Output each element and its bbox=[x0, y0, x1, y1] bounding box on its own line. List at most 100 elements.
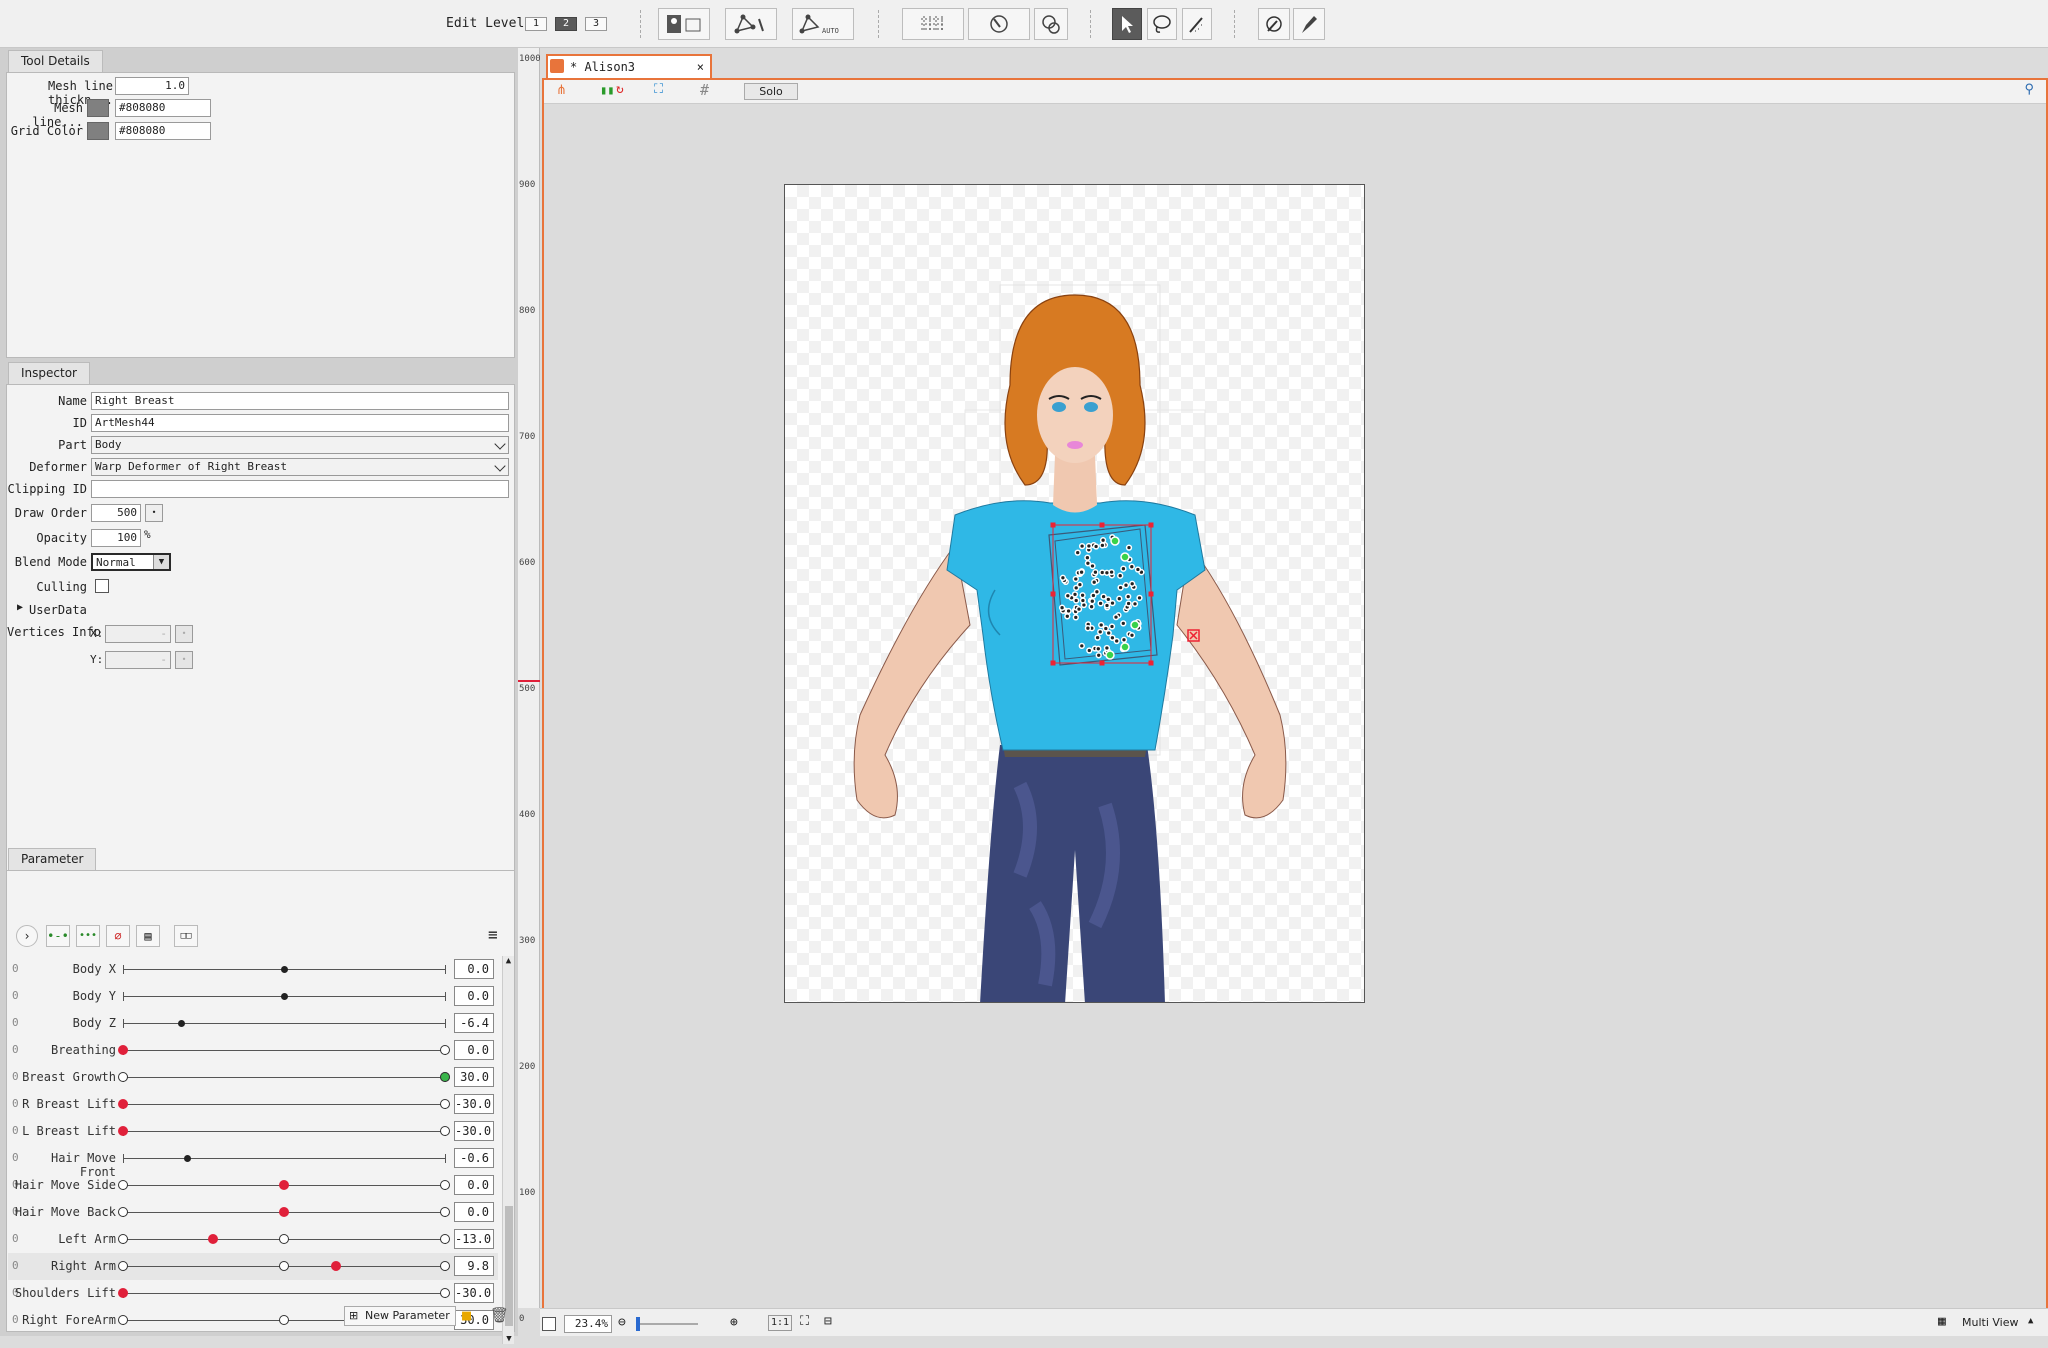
parameter-row[interactable]: 0 Hair Move Back 0.0 bbox=[8, 1199, 498, 1226]
bounds-handle[interactable] bbox=[1148, 591, 1154, 597]
param-play-button[interactable]: › bbox=[16, 925, 38, 947]
zoom-slider-handle[interactable] bbox=[636, 1317, 640, 1331]
mesh-vertex[interactable] bbox=[1108, 568, 1115, 576]
mesh-vertex[interactable] bbox=[1092, 543, 1100, 550]
keyform-marker[interactable] bbox=[118, 1234, 128, 1244]
mesh-vertex[interactable] bbox=[1131, 600, 1139, 608]
param-slider-handle[interactable] bbox=[118, 1045, 128, 1055]
param-slider[interactable] bbox=[118, 1072, 450, 1082]
zoom-out-icon[interactable]: ⊖ bbox=[618, 1315, 626, 1330]
glue-tool-button[interactable] bbox=[1034, 8, 1068, 40]
mesh-vertex[interactable] bbox=[1099, 537, 1107, 544]
mesh-vertex[interactable] bbox=[1102, 625, 1109, 632]
mesh-vertex[interactable] bbox=[1090, 592, 1097, 599]
selected-vertex[interactable] bbox=[1130, 620, 1140, 630]
keyform-marker[interactable] bbox=[440, 1288, 450, 1298]
close-icon[interactable]: × bbox=[697, 56, 704, 78]
selected-vertex[interactable] bbox=[1120, 642, 1130, 652]
keyform-marker[interactable] bbox=[118, 1072, 128, 1082]
param-slider[interactable] bbox=[123, 965, 446, 974]
mesh-vertex[interactable] bbox=[1103, 602, 1111, 609]
param-value-field[interactable]: -30.0 bbox=[454, 1283, 494, 1303]
mesh-vertex[interactable] bbox=[1128, 632, 1136, 639]
vertex-x-field[interactable]: - bbox=[105, 625, 171, 643]
param-slider-handle[interactable] bbox=[330, 1261, 341, 1271]
mesh-vertex[interactable] bbox=[1089, 598, 1096, 605]
mesh-vertex[interactable] bbox=[1084, 554, 1091, 561]
scroll-up-icon[interactable]: ▲ bbox=[503, 956, 514, 966]
reset-icon[interactable]: ↻ bbox=[616, 82, 624, 97]
parameter-row[interactable]: 0 Right Arm 9.8 bbox=[8, 1253, 498, 1280]
bounds-handle[interactable] bbox=[1050, 522, 1056, 528]
param-slider[interactable] bbox=[118, 1288, 450, 1298]
pin-icon[interactable]: ⚲ bbox=[2024, 82, 2034, 97]
visibility-icon[interactable]: ▮▮ bbox=[600, 83, 614, 97]
parameter-row[interactable]: 0 Hair Move Front -0.6 bbox=[8, 1145, 498, 1179]
param-value-field[interactable]: -6.4 bbox=[454, 1013, 494, 1033]
solo-button[interactable]: Solo bbox=[744, 83, 798, 100]
tab-parameter[interactable]: Parameter bbox=[8, 848, 97, 870]
edit-level-3[interactable]: 3 bbox=[585, 17, 607, 31]
parameter-row[interactable]: 0L Breast Lift -30.0 bbox=[8, 1118, 498, 1145]
mesh-vertex[interactable] bbox=[1136, 594, 1143, 602]
part-select[interactable]: Body bbox=[91, 436, 509, 454]
document-tab[interactable]: * Alison3 × bbox=[546, 54, 712, 78]
param-scrollbar[interactable]: ▲ ▼ bbox=[502, 956, 514, 1344]
fit-view-icon[interactable]: ⛶ bbox=[654, 82, 663, 97]
param-value-field[interactable]: 30.0 bbox=[454, 1310, 494, 1330]
mesh-vertex[interactable] bbox=[1084, 625, 1092, 632]
name-field[interactable]: Right Breast bbox=[91, 392, 509, 410]
grid-mesh-button[interactable] bbox=[902, 8, 964, 40]
mesh-vertex[interactable] bbox=[1095, 652, 1102, 659]
multi-view-icon[interactable]: ▦ bbox=[1938, 1314, 1946, 1329]
multi-view-label[interactable]: Multi View bbox=[1962, 1316, 2019, 1329]
mesh-vertex[interactable] bbox=[1073, 597, 1080, 604]
param-value-field[interactable]: -13.0 bbox=[454, 1229, 494, 1249]
param-slider[interactable] bbox=[123, 1019, 446, 1028]
deformer-view-icon[interactable]: ⋔ bbox=[556, 83, 567, 98]
brush-select-button[interactable] bbox=[1182, 8, 1212, 40]
param-slider-handle[interactable] bbox=[118, 1099, 128, 1109]
clipping-field[interactable] bbox=[91, 480, 509, 498]
mesh-vertex[interactable] bbox=[1058, 604, 1066, 611]
mesh-vertex[interactable] bbox=[1097, 628, 1104, 636]
keyform-marker[interactable] bbox=[118, 1207, 128, 1217]
keyform-marker[interactable] bbox=[440, 1207, 450, 1217]
param-value-field[interactable]: 0.0 bbox=[454, 1175, 494, 1195]
deformer-select[interactable]: Warp Deformer of Right Breast bbox=[91, 458, 509, 476]
mesh-thickness-field[interactable]: 1.0 bbox=[115, 77, 189, 95]
param-slider-handle[interactable] bbox=[177, 1020, 185, 1027]
tab-inspector[interactable]: Inspector bbox=[8, 362, 90, 384]
new-parameter-button[interactable]: ⊞ New Parameter bbox=[344, 1306, 456, 1326]
param-slider[interactable] bbox=[118, 1261, 450, 1271]
lasso-tool-button[interactable] bbox=[1147, 8, 1177, 40]
mesh-vertex[interactable] bbox=[1072, 575, 1079, 583]
mesh-vertex[interactable] bbox=[1128, 563, 1135, 570]
param-value-field[interactable]: 0.0 bbox=[454, 1202, 494, 1222]
mesh-vertex[interactable] bbox=[1078, 542, 1086, 550]
grid-toggle-icon[interactable]: # bbox=[700, 81, 709, 99]
edit-level-2[interactable]: 2 bbox=[555, 17, 577, 31]
parameter-row[interactable]: 0 Hair Move Side 0.0 bbox=[8, 1172, 498, 1199]
keyform-marker[interactable] bbox=[279, 1315, 289, 1325]
mesh-vertex[interactable] bbox=[1125, 600, 1132, 607]
blend-mode-select[interactable]: Normal ▼ bbox=[91, 553, 171, 571]
param-slider[interactable] bbox=[118, 1234, 450, 1244]
mesh-vertex[interactable] bbox=[1125, 544, 1133, 551]
parameter-row[interactable]: 0 Breast Growth 30.0 bbox=[8, 1064, 498, 1091]
mesh-vertex[interactable] bbox=[1097, 600, 1104, 607]
param-slider-handle[interactable] bbox=[440, 1072, 450, 1082]
mesh-vertex[interactable] bbox=[1100, 593, 1107, 600]
param-value-field[interactable]: -30.0 bbox=[454, 1094, 494, 1114]
keyform-marker[interactable] bbox=[440, 1261, 450, 1271]
mesh-vertex[interactable] bbox=[1134, 566, 1142, 573]
keyform-marker[interactable] bbox=[118, 1315, 128, 1325]
mesh-vertex[interactable] bbox=[1120, 620, 1127, 627]
delete-key-button[interactable]: ⌀ bbox=[106, 925, 130, 947]
trash-icon[interactable]: 🗑 bbox=[490, 1306, 509, 1324]
mesh-vertex[interactable] bbox=[1117, 584, 1124, 591]
parameter-row[interactable]: 0 Body X 0.0 bbox=[8, 956, 498, 983]
mesh-line-color-swatch[interactable] bbox=[87, 99, 109, 117]
mesh-vertex[interactable] bbox=[1079, 592, 1086, 599]
mesh-vertex[interactable] bbox=[1092, 569, 1099, 576]
